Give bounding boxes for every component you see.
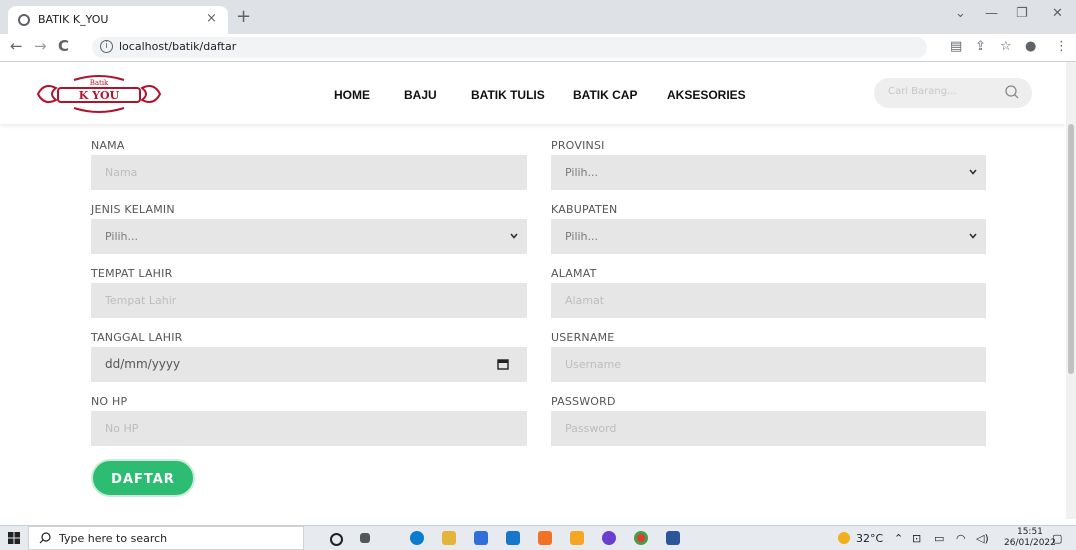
nav-batik-cap[interactable]: BATIK CAP xyxy=(573,88,637,102)
windows-taskbar: Type here to search 32°C ⌃ ⊡ ▭ ◠ ◁) 15:5… xyxy=(0,525,1076,550)
tanggal-lahir-value: dd/mm/yyyy xyxy=(105,357,181,371)
globe-icon xyxy=(18,14,30,26)
provinsi-label: PROVINSI xyxy=(551,139,605,152)
battery-icon[interactable]: ▭ xyxy=(934,532,944,545)
username-placeholder: Username xyxy=(565,358,622,371)
tanggal-lahir-label: TANGGAL LAHIR xyxy=(91,331,183,344)
nama-placeholder: Nama xyxy=(105,166,138,179)
nav-aksesories[interactable]: AKSESORIES xyxy=(667,88,746,102)
tempat-lahir-label: TEMPAT LAHIR xyxy=(91,267,173,280)
taskbar-search[interactable]: Type here to search xyxy=(28,526,304,550)
nav-baju[interactable]: BAJU xyxy=(404,88,437,102)
forward-button[interactable]: → xyxy=(34,37,47,55)
translate-icon[interactable]: ▤ xyxy=(950,39,962,54)
clock-time: 15:51 xyxy=(1016,527,1043,537)
nav-home[interactable]: HOME xyxy=(334,88,370,102)
jenis-kelamin-value: Pilih... xyxy=(105,230,139,243)
search-placeholder: Cari Barang... xyxy=(888,86,957,97)
no-hp-label: NO HP xyxy=(91,395,128,408)
jenis-kelamin-label: JENIS KELAMIN xyxy=(91,203,175,216)
reload-button[interactable]: C xyxy=(58,37,69,55)
alamat-placeholder: Alamat xyxy=(565,294,605,307)
tor-browser-icon[interactable] xyxy=(602,531,616,545)
cortana-icon[interactable] xyxy=(330,533,343,546)
url-text: localhost/batik/daftar xyxy=(119,40,237,53)
nama-input[interactable]: Nama xyxy=(91,155,527,190)
nav-batik-tulis[interactable]: BATIK TULIS xyxy=(471,88,545,102)
logo-main-text: K YOU xyxy=(79,89,120,102)
profile-icon[interactable]: ● xyxy=(1025,39,1036,54)
browser-toolbar: ← → C i localhost/batik/daftar ▤ ⇪ ☆ ● ⋮ xyxy=(0,34,1076,62)
clock-date: 26/01/2022 xyxy=(1004,538,1056,548)
browser-tab[interactable]: BATIK K_YOU × xyxy=(8,6,228,34)
temperature[interactable]: 32°C xyxy=(856,532,883,545)
kabupaten-value: Pilih... xyxy=(565,230,599,243)
file-explorer-icon[interactable] xyxy=(442,531,456,545)
taskbar-clock[interactable]: 15:51 26/01/2022 xyxy=(1004,527,1056,549)
back-button[interactable]: ← xyxy=(10,37,23,55)
tanggal-lahir-input[interactable]: dd/mm/yyyy xyxy=(91,347,527,382)
chevron-down-icon[interactable]: ⌄ xyxy=(955,6,966,21)
maximize-button[interactable]: ❐ xyxy=(1016,6,1028,21)
alamat-input[interactable]: Alamat xyxy=(551,283,986,318)
sublime-icon[interactable] xyxy=(570,531,584,545)
mail-icon[interactable] xyxy=(506,531,520,545)
tab-title: BATIK K_YOU xyxy=(38,13,109,26)
minimize-button[interactable]: — xyxy=(985,6,998,21)
taskbar-search-text: Type here to search xyxy=(59,532,168,545)
username-label: USERNAME xyxy=(551,331,615,344)
daftar-button[interactable]: DAFTAR xyxy=(91,459,195,497)
password-input[interactable]: Password xyxy=(551,411,986,446)
menu-icon[interactable]: ⋮ xyxy=(1055,39,1068,54)
password-label: PASSWORD xyxy=(551,395,616,408)
alamat-label: ALAMAT xyxy=(551,267,597,280)
task-view-icon[interactable] xyxy=(360,533,370,543)
search-icon[interactable] xyxy=(1004,84,1020,100)
star-icon[interactable]: ☆ xyxy=(1000,39,1012,54)
address-bar[interactable]: i localhost/batik/daftar xyxy=(92,37,927,58)
provinsi-select[interactable]: Pilih... xyxy=(551,155,986,190)
browser-tabbar: BATIK K_YOU × + ⌄ — ❐ ✕ xyxy=(0,0,1076,34)
password-placeholder: Password xyxy=(565,422,617,435)
search-icon xyxy=(39,532,51,544)
scrollbar-thumb[interactable] xyxy=(1068,124,1074,374)
provinsi-value: Pilih... xyxy=(565,166,599,179)
xampp-icon[interactable] xyxy=(538,531,552,545)
chevron-down-icon xyxy=(969,233,977,239)
kabupaten-select[interactable]: Pilih... xyxy=(551,219,986,254)
tab-close-icon[interactable]: × xyxy=(206,11,217,26)
word-icon[interactable] xyxy=(666,531,680,545)
no-hp-input[interactable]: No HP xyxy=(91,411,527,446)
close-window-button[interactable]: ✕ xyxy=(1052,6,1063,21)
network-icon[interactable]: ⊡ xyxy=(912,532,921,545)
edge-icon[interactable] xyxy=(410,531,424,545)
chevron-up-icon[interactable]: ⌃ xyxy=(894,532,903,545)
weather-icon[interactable] xyxy=(838,532,850,544)
search-input[interactable]: Cari Barang... xyxy=(874,78,1032,108)
jenis-kelamin-select[interactable]: Pilih... xyxy=(91,219,527,254)
notification-icon[interactable]: ▢ xyxy=(1052,532,1062,545)
new-tab-button[interactable]: + xyxy=(236,6,251,27)
store-icon[interactable] xyxy=(474,531,488,545)
chrome-icon[interactable] xyxy=(634,531,648,545)
kabupaten-label: KABUPATEN xyxy=(551,203,618,216)
windows-start-icon[interactable] xyxy=(8,532,20,544)
batik-k-you-logo[interactable]: Batik K YOU xyxy=(34,74,164,114)
tempat-lahir-input[interactable]: Tempat Lahir xyxy=(91,283,527,318)
calendar-icon[interactable] xyxy=(497,358,509,370)
wifi-icon[interactable]: ◠ xyxy=(956,532,966,545)
site-header: Batik K YOU HOME BAJU BATIK TULIS BATIK … xyxy=(0,62,1066,124)
tempat-lahir-placeholder: Tempat Lahir xyxy=(105,294,177,307)
nama-label: NAMA xyxy=(91,139,125,152)
logo-top-text: Batik xyxy=(90,79,109,87)
volume-icon[interactable]: ◁) xyxy=(976,532,989,545)
chevron-down-icon xyxy=(510,233,518,239)
page-scrollbar[interactable] xyxy=(1066,62,1076,519)
no-hp-placeholder: No HP xyxy=(105,422,139,435)
username-input[interactable]: Username xyxy=(551,347,986,382)
chevron-down-icon xyxy=(969,169,977,175)
share-icon[interactable]: ⇪ xyxy=(975,39,986,54)
info-icon[interactable]: i xyxy=(100,40,113,53)
